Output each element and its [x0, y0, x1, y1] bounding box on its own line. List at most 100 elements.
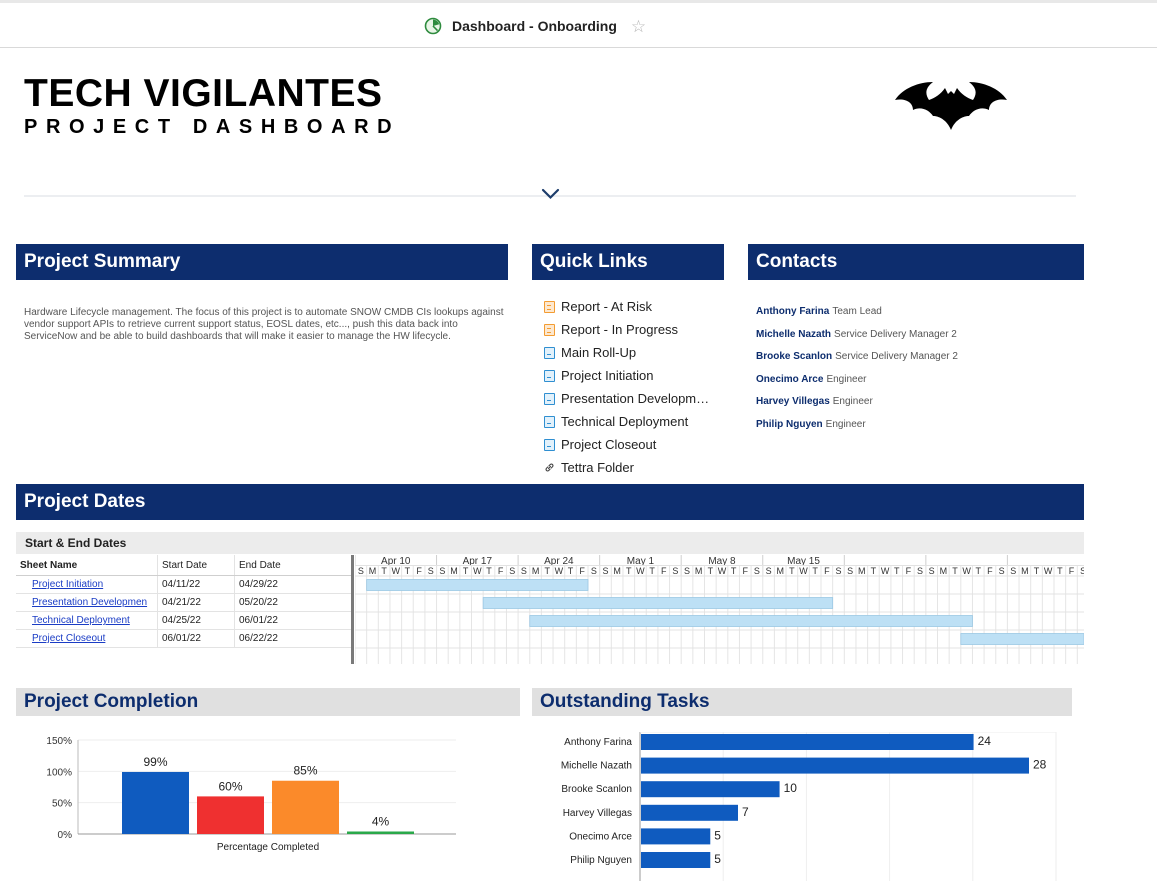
- day-letter: F: [987, 566, 993, 576]
- quick-link-project-closeout[interactable]: Project Closeout: [544, 433, 709, 456]
- top-bar: Dashboard - Onboarding ☆: [0, 0, 1157, 48]
- sheet-link[interactable]: Project Initiation: [20, 579, 103, 590]
- x-axis-label: Percentage Completed: [217, 842, 319, 853]
- day-letter: M: [776, 566, 784, 576]
- day-letter: M: [695, 566, 703, 576]
- category-label: Philip Nguyen: [570, 855, 632, 866]
- quick-link-report-at-risk[interactable]: Report - At Risk: [544, 295, 709, 318]
- end-date-cell: 06/22/22: [234, 630, 353, 647]
- report-icon: [544, 300, 555, 313]
- day-letter: S: [509, 566, 515, 576]
- quick-link-project-initiation[interactable]: Project Initiation: [544, 364, 709, 387]
- gantt-widget: Start & End Dates Sheet Name Start Date …: [16, 532, 1084, 664]
- gantt-splitter[interactable]: [351, 555, 354, 664]
- sheet-icon: [544, 415, 555, 428]
- day-letter: F: [743, 566, 749, 576]
- quick-link-label: Technical Deployment: [561, 414, 689, 429]
- sheet-icon: [544, 346, 555, 359]
- bar-data-label: 10: [784, 781, 798, 795]
- chevron-down-icon[interactable]: [541, 188, 560, 200]
- quick-links-header: Quick Links: [532, 244, 724, 280]
- bar-data-label: 5: [714, 852, 721, 866]
- sheet-link[interactable]: Project Closeout: [20, 633, 105, 644]
- quick-link-report-in-progress[interactable]: Report - In Progress: [544, 318, 709, 341]
- quick-link-label: Project Initiation: [561, 368, 654, 383]
- contact-name[interactable]: Harvey Villegas: [756, 396, 830, 407]
- day-letter: T: [708, 566, 714, 576]
- day-letter: W: [1044, 566, 1053, 576]
- contact-name[interactable]: Anthony Farina: [756, 306, 829, 317]
- day-letter: T: [1034, 566, 1040, 576]
- day-letter: T: [871, 566, 877, 576]
- quick-link-label: Project Closeout: [561, 437, 657, 452]
- day-letter: M: [532, 566, 540, 576]
- day-letter: S: [428, 566, 434, 576]
- start-date-cell: 04/21/22: [157, 594, 234, 611]
- day-letter: M: [613, 566, 621, 576]
- star-icon[interactable]: ☆: [631, 18, 646, 35]
- contact-role: Engineer: [825, 418, 866, 430]
- bar: [641, 852, 711, 868]
- day-letter: W: [392, 566, 401, 576]
- table-row: Project Closeout 06/01/22 06/22/22: [16, 630, 353, 648]
- bar: [641, 828, 711, 845]
- day-letter: S: [1080, 566, 1084, 576]
- day-letter: T: [976, 566, 982, 576]
- contact-name[interactable]: Brooke Scanlon: [756, 351, 832, 362]
- contact-role: Service Delivery Manager 2: [835, 351, 958, 363]
- day-letter: S: [684, 566, 690, 576]
- day-letter: F: [498, 566, 504, 576]
- day-letter: S: [602, 566, 608, 576]
- contact-item: Michelle Nazath Service Delivery Manager …: [756, 329, 958, 352]
- col-header-end-date: End Date: [234, 555, 353, 575]
- quick-link-tettra-folder[interactable]: Tettra Folder: [544, 456, 709, 479]
- bar-data-label: 99%: [143, 755, 167, 769]
- bar-data-label: 5: [714, 828, 721, 842]
- day-letter: T: [626, 566, 632, 576]
- contact-name[interactable]: Philip Nguyen: [756, 419, 823, 430]
- project-completion-chart: 0% 50% 100% 150% 99% 60% 85% 4% Percentage Compl…: [46, 736, 456, 853]
- day-letter: M: [369, 566, 377, 576]
- day-letter: S: [766, 566, 772, 576]
- end-date-cell: 05/20/22: [234, 594, 353, 611]
- day-letter: W: [799, 566, 808, 576]
- link-icon: [545, 463, 554, 472]
- day-letter: F: [824, 566, 830, 576]
- sheet-link[interactable]: Presentation Developmen: [20, 597, 147, 608]
- day-letter: S: [835, 566, 841, 576]
- contact-name[interactable]: Onecimo Arce: [756, 374, 823, 385]
- end-date-cell: 06/01/22: [234, 612, 353, 629]
- quick-link-presentation-development[interactable]: Presentation Developm…: [544, 387, 709, 410]
- day-letter: W: [473, 566, 482, 576]
- category-label: Anthony Farina: [564, 737, 632, 748]
- gantt-bar: [960, 633, 1084, 645]
- bar: [641, 804, 738, 821]
- gantt-timeline: Apr 10 Apr 17 Apr 24 May 1 May 8 May 15S M T W T F…: [355, 555, 1084, 664]
- day-letter: T: [952, 566, 958, 576]
- quick-link-main-roll-up[interactable]: Main Roll-Up: [544, 341, 709, 364]
- brand-title: TECH VIGILANTES: [24, 72, 383, 115]
- day-letter: T: [812, 566, 818, 576]
- project-summary-text: Hardware Lifecycle management. The focus…: [24, 307, 504, 342]
- y-tick-label: 50%: [52, 799, 72, 810]
- gantt-bar: [366, 579, 589, 591]
- contact-name[interactable]: Michelle Nazath: [756, 329, 831, 340]
- bar: [641, 781, 780, 798]
- day-letter: F: [1069, 566, 1075, 576]
- quick-link-technical-deployment[interactable]: Technical Deployment: [544, 410, 709, 433]
- category-label: Harvey Villegas: [563, 808, 632, 819]
- quick-link-label: Tettra Folder: [561, 460, 634, 475]
- day-letter: M: [450, 566, 458, 576]
- gantt-header-row: Sheet Name Start Date End Date: [16, 555, 353, 576]
- bar: [122, 771, 189, 834]
- contact-role: Service Delivery Manager 2: [834, 328, 957, 340]
- dashboard-title: Dashboard - Onboarding: [452, 18, 617, 34]
- day-letter: T: [568, 566, 574, 576]
- outstanding-tasks-header: Outstanding Tasks: [532, 688, 1072, 716]
- day-letter: S: [358, 566, 364, 576]
- sheet-link[interactable]: Technical Deployment: [20, 615, 130, 626]
- gantt-bar: [482, 597, 834, 609]
- bar: [641, 734, 974, 750]
- day-letter: S: [1010, 566, 1016, 576]
- contact-role: Engineer: [826, 373, 867, 385]
